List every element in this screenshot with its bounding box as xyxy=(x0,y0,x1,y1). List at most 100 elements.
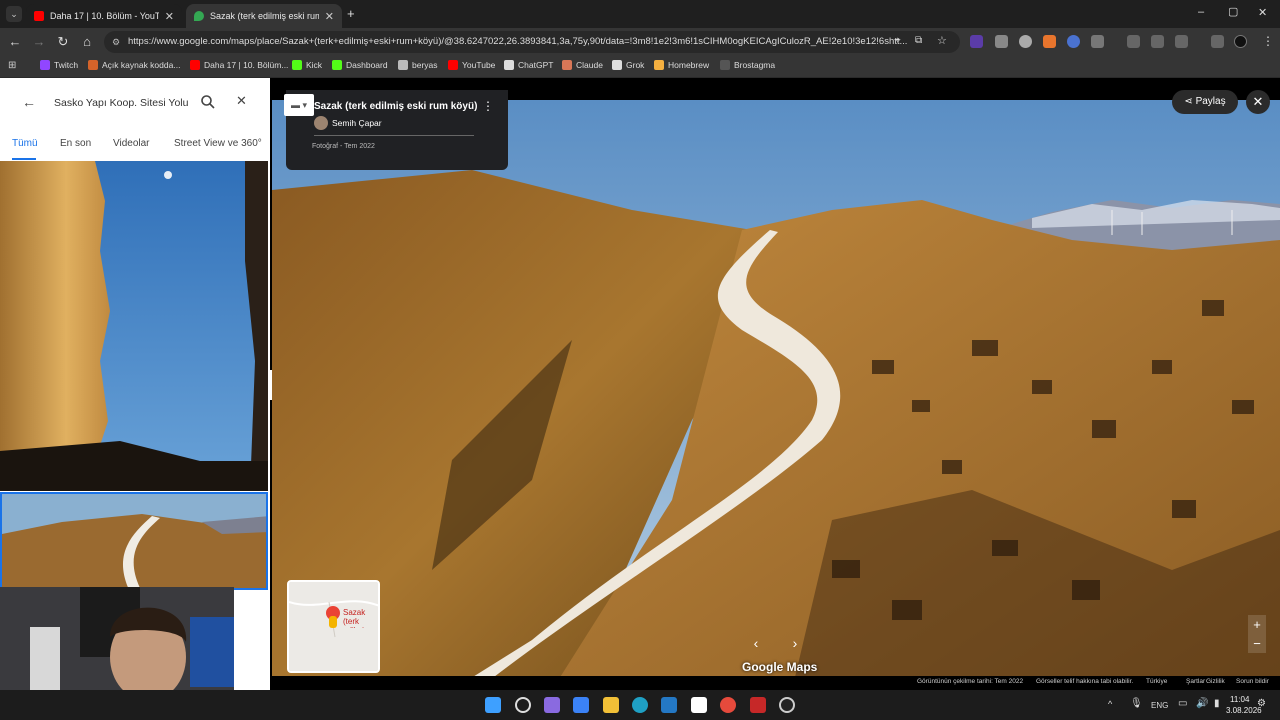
minimize-button[interactable]: – xyxy=(1198,6,1204,18)
country-link[interactable]: Türkiye xyxy=(1146,678,1167,685)
photo-thumbnail-selected[interactable] xyxy=(0,492,268,590)
bookmark-item[interactable]: Twitch xyxy=(40,60,78,70)
site-info-icon[interactable]: ⚙ xyxy=(112,31,120,53)
more-options-icon[interactable]: ⋮ xyxy=(482,99,494,113)
install-app-icon[interactable]: ⧉ xyxy=(915,35,922,46)
new-tab-button[interactable]: + xyxy=(347,6,355,21)
bookmark-item[interactable]: Homebrew xyxy=(654,60,709,70)
network-icon[interactable]: ▭ xyxy=(1178,698,1187,709)
flame-extension-icon[interactable] xyxy=(1043,35,1056,48)
back-arrow-icon[interactable]: ← xyxy=(22,94,36,110)
back-icon[interactable]: ← xyxy=(7,34,23,50)
record-app-icon[interactable] xyxy=(750,697,766,713)
terms-link[interactable]: Şartlar xyxy=(1186,678,1205,685)
microphone-icon[interactable]: 🎙 xyxy=(1130,698,1143,709)
location-icon[interactable]: ⌖ xyxy=(895,35,901,46)
tab-all[interactable]: Tümü xyxy=(12,138,38,149)
volume-icon[interactable]: 🔊 xyxy=(1196,698,1208,709)
tab-all-underline xyxy=(12,158,36,160)
tab-google-maps[interactable]: Sazak (terk edilmiş eski rum köyü) ✕ xyxy=(186,4,342,28)
apps-grid-icon[interactable]: ⊞ xyxy=(8,60,16,71)
puzzle-icon[interactable] xyxy=(1091,35,1104,48)
bookmark-item[interactable]: Dashboard xyxy=(332,60,388,70)
bookmark-item[interactable]: Kick xyxy=(292,60,322,70)
tab-videos[interactable]: Videolar xyxy=(113,138,150,149)
viewer-footer: Görüntünün çekilme tarihi: Tem 2022 Görs… xyxy=(272,676,1280,690)
close-window-button[interactable]: ✕ xyxy=(1258,6,1267,19)
bookmark-item[interactable]: beryas xyxy=(398,60,438,70)
report-link[interactable]: Sorun bildir xyxy=(1236,678,1269,685)
notification-icon[interactable]: ⚙ xyxy=(1257,698,1266,709)
zoom-out-button[interactable]: − xyxy=(1248,634,1266,653)
tray-chevron-icon[interactable]: ^ xyxy=(1108,699,1112,709)
star-icon[interactable]: ☆ xyxy=(937,34,947,47)
badge-extension-icon[interactable] xyxy=(1067,35,1080,48)
close-viewer-button[interactable]: ✕ xyxy=(1246,90,1270,114)
language-indicator[interactable]: ENG xyxy=(1151,701,1168,710)
gear-extension-icon[interactable] xyxy=(1019,35,1032,48)
obs-icon[interactable] xyxy=(779,697,795,713)
bookmark-item[interactable]: Açık kaynak kodda... xyxy=(88,60,180,70)
bookmark-favicon-icon xyxy=(332,60,342,70)
extension-icon[interactable] xyxy=(970,35,983,48)
maximize-button[interactable]: ▢ xyxy=(1228,5,1238,18)
bookmark-item[interactable]: Daha 17 | 10. Bölüm... xyxy=(190,60,288,70)
photo-filter-tabs: Tümü En son Videolar Street View ve 360° xyxy=(0,138,270,162)
widgets-icon[interactable] xyxy=(544,697,560,713)
extension-icon[interactable] xyxy=(1127,35,1140,48)
clock-time[interactable]: 11:04 xyxy=(1230,695,1249,704)
bookmark-label: ChatGPT xyxy=(518,60,554,70)
bookmark-favicon-icon xyxy=(398,60,408,70)
close-icon[interactable]: ✕ xyxy=(236,93,247,109)
zoom-in-button[interactable]: + xyxy=(1248,615,1266,634)
close-tab-icon[interactable]: ✕ xyxy=(325,10,334,23)
bookmark-item[interactable]: Brostagma xyxy=(720,60,775,70)
chrome-icon[interactable] xyxy=(720,697,736,713)
extension-icon[interactable] xyxy=(1151,35,1164,48)
bookmark-favicon-icon xyxy=(654,60,664,70)
file-explorer-icon[interactable] xyxy=(603,697,619,713)
bookmark-label: Twitch xyxy=(54,60,79,70)
keyboard-toggle-icon[interactable]: ▬ ▾ xyxy=(284,94,314,116)
place-title[interactable]: Sazak (terk edilmiş eski rum köyü) xyxy=(314,101,484,112)
tab-street-view[interactable]: Street View ve 360° xyxy=(174,138,262,149)
home-icon[interactable]: ⌂ xyxy=(79,34,95,50)
store-icon[interactable] xyxy=(573,697,589,713)
search-icon[interactable] xyxy=(515,697,531,713)
search-input[interactable]: Sasko Yapı Koop. Sitesi Yolu xyxy=(54,97,194,109)
tab-latest[interactable]: En son xyxy=(60,138,91,149)
privacy-link[interactable]: Gizlilik xyxy=(1206,678,1225,685)
photo-thumbnail[interactable] xyxy=(0,161,268,491)
app-icon[interactable] xyxy=(691,697,707,713)
reload-icon[interactable]: ↻ xyxy=(55,34,71,50)
windows-start-icon[interactable] xyxy=(485,697,501,713)
bookmark-favicon-icon xyxy=(40,60,50,70)
photo-viewer[interactable] xyxy=(272,100,1280,690)
tab-youtube[interactable]: Daha 17 | 10. Bölüm - YouTube ✕ xyxy=(26,4,182,28)
close-tab-icon[interactable]: ✕ xyxy=(165,10,174,23)
prev-photo-button[interactable]: ‹ xyxy=(745,632,767,654)
tab-search-button[interactable]: ⌄ xyxy=(6,6,22,22)
minimap[interactable]: Sazak (terk edilmiş eski rum köyü) xyxy=(287,580,380,673)
menu-list-icon[interactable] xyxy=(1211,35,1224,48)
bookmark-item[interactable]: Claude xyxy=(562,60,603,70)
search-icon[interactable] xyxy=(200,94,216,115)
extension-icon[interactable] xyxy=(1175,35,1188,48)
share-button[interactable]: ⋖ Paylaş xyxy=(1172,90,1238,114)
bookmark-item[interactable]: ChatGPT xyxy=(504,60,553,70)
address-bar[interactable]: ⚙ https://www.google.com/maps/place/Saza… xyxy=(104,31,960,53)
pen-icon[interactable] xyxy=(995,35,1008,48)
forward-icon[interactable]: → xyxy=(31,34,47,50)
battery-icon[interactable]: ▮ xyxy=(1214,698,1220,709)
next-photo-button[interactable]: › xyxy=(784,632,806,654)
author-name[interactable]: Semih Çapar xyxy=(332,118,382,128)
zoom-control: + − xyxy=(1248,615,1266,653)
vscode-icon[interactable] xyxy=(661,697,677,713)
more-menu-icon[interactable]: ⋮ xyxy=(1262,34,1274,48)
avatar[interactable] xyxy=(1234,35,1247,48)
bookmark-item[interactable]: Grok xyxy=(612,60,644,70)
bookmark-favicon-icon xyxy=(190,60,200,70)
bookmark-favicon-icon xyxy=(720,60,730,70)
edge-icon[interactable] xyxy=(632,697,648,713)
bookmark-item[interactable]: YouTube xyxy=(448,60,495,70)
